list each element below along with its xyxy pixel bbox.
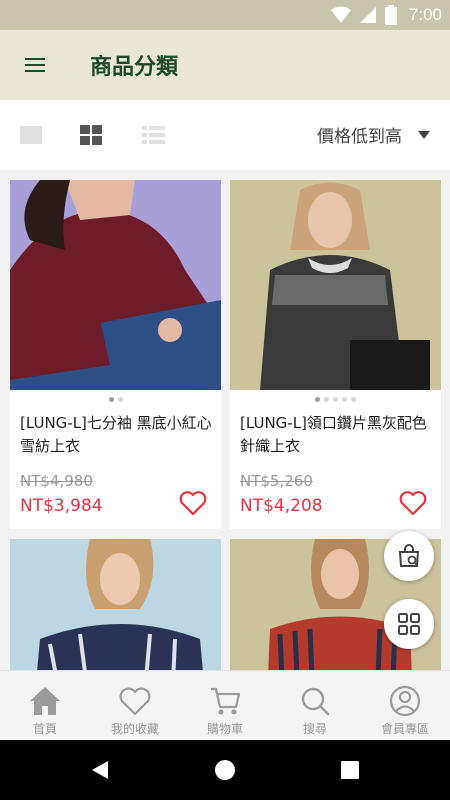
search-icon: [301, 687, 330, 716]
category-grid-icon: [398, 613, 420, 635]
home-circle-icon[interactable]: [213, 758, 237, 782]
nav-favorites[interactable]: 我的收藏: [90, 671, 180, 740]
user-icon: [389, 685, 421, 717]
pager-dot: [108, 397, 114, 402]
heart-icon[interactable]: [399, 490, 427, 516]
heart-icon[interactable]: [179, 490, 207, 516]
sort-dropdown[interactable]: 價格低到高: [317, 122, 430, 147]
nav-label: 首頁: [32, 722, 57, 736]
heart-icon: [119, 687, 151, 716]
status-icons: 7:00: [330, 5, 442, 25]
page-title: 商品分類: [90, 55, 179, 80]
grid-view-icon[interactable]: [80, 124, 104, 146]
nav-label: 購物車: [206, 722, 243, 736]
pager-dot: [315, 397, 320, 402]
battery-icon: [384, 5, 397, 25]
nav-label: 搜尋: [302, 722, 327, 736]
pager-dot: [117, 397, 123, 402]
nav-member[interactable]: 會員專區: [360, 671, 450, 740]
product-title: [LUNG-L]領口鑽片黑灰配色針織上衣: [240, 414, 427, 455]
back-icon[interactable]: [88, 758, 112, 782]
shopping-bag-fab[interactable]: [384, 531, 434, 581]
original-price: NT$4,980: [20, 472, 93, 490]
image-pager-dots: [230, 397, 441, 402]
wifi-icon: [330, 6, 351, 23]
recents-icon[interactable]: [338, 758, 362, 782]
caret-down-icon: [418, 130, 430, 139]
image-pager-dots: [10, 397, 221, 402]
product-image: [230, 180, 441, 390]
bottom-nav: 首頁 我的收藏 購物車 搜尋 會員專區: [0, 670, 450, 740]
pager-dot: [351, 397, 356, 402]
product-image: [10, 180, 221, 390]
original-price: NT$5,260: [240, 472, 313, 490]
list-view-icon[interactable]: [142, 124, 166, 146]
nav-label: 會員專區: [380, 722, 429, 736]
product-image: [10, 539, 221, 670]
app-header: 商品分類: [0, 30, 450, 100]
sort-label: 價格低到高: [317, 127, 402, 147]
single-view-icon[interactable]: [20, 124, 44, 146]
nav-search[interactable]: 搜尋: [270, 671, 360, 740]
pager-dot: [324, 397, 329, 402]
product-card[interactable]: [LUNG-L]七分袖 黑底小紅心 雪紡上衣 NT$4,980 NT$3,984: [10, 180, 221, 529]
status-bar: 7:00: [0, 0, 450, 30]
signal-icon: [359, 7, 376, 23]
sale-price: NT$3,984: [20, 496, 103, 516]
nav-home[interactable]: 首頁: [0, 671, 90, 740]
product-grid: [LUNG-L]七分袖 黑底小紅心 雪紡上衣 NT$4,980 NT$3,984…: [0, 170, 450, 670]
pager-dot: [333, 397, 338, 402]
cart-icon: [211, 687, 241, 715]
product-title: [LUNG-L]七分袖 黑底小紅心 雪紡上衣: [20, 414, 212, 455]
pager-dot: [342, 397, 347, 402]
product-card[interactable]: [10, 539, 221, 670]
sale-price: NT$4,208: [240, 496, 323, 516]
product-card[interactable]: [LUNG-L]領口鑽片黑灰配色針織上衣 NT$5,260 NT$4,208: [230, 180, 441, 529]
status-time: 7:00: [408, 5, 442, 24]
system-nav-bar: [0, 740, 450, 800]
home-icon: [30, 687, 60, 715]
hamburger-menu-icon[interactable]: [20, 52, 50, 78]
nav-cart[interactable]: 購物車: [180, 671, 270, 740]
nav-label: 我的收藏: [110, 722, 159, 736]
view-toolbar: 價格低到高: [0, 100, 450, 170]
shopping-bag-icon: [398, 544, 420, 567]
category-fab[interactable]: [384, 599, 434, 649]
